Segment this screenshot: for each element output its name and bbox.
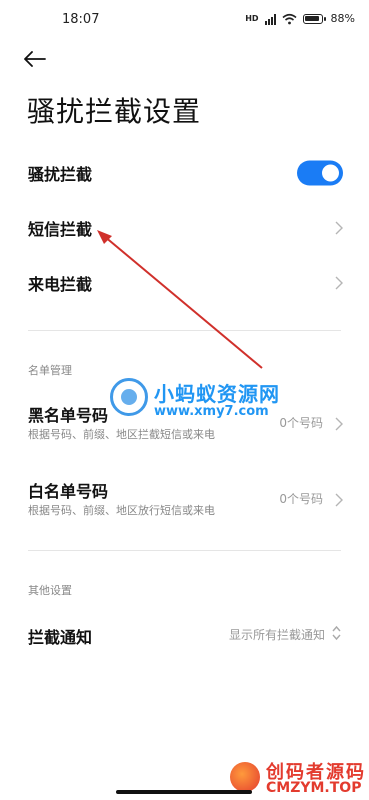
- status-bar: 18:07 HD 88%: [0, 0, 369, 40]
- intercept-notify-title: 拦截通知: [28, 628, 93, 647]
- chevron-right-icon: [335, 221, 343, 235]
- sms-intercept-row[interactable]: 短信拦截: [0, 203, 369, 253]
- list-management-header: 名单管理: [28, 364, 72, 377]
- chevron-right-icon: [335, 493, 343, 507]
- whitelist-subtitle: 根据号码、前缀、地区放行短信或来电: [28, 504, 215, 517]
- watermark-url: www.xmy7.com: [154, 404, 269, 419]
- call-intercept-label: 来电拦截: [28, 275, 93, 294]
- chevron-right-icon: [335, 417, 343, 431]
- watermark-center: 小蚂蚁资源网 www.xmy7.com: [110, 374, 280, 430]
- battery-icon: [302, 13, 326, 24]
- home-indicator[interactable]: [116, 790, 252, 794]
- back-arrow-icon: [24, 51, 46, 67]
- watermark-corner-logo-icon: [230, 762, 260, 792]
- section-divider: [28, 550, 341, 551]
- updown-chevron-icon: [332, 625, 341, 641]
- harass-intercept-label: 骚扰拦截: [28, 165, 93, 184]
- call-intercept-row[interactable]: 来电拦截: [0, 258, 369, 308]
- watermark-corner-url: CMZYM.TOP: [266, 780, 362, 796]
- back-button[interactable]: [20, 46, 50, 72]
- hd-indicator: HD: [245, 14, 259, 23]
- intercept-notify-row[interactable]: 拦截通知 显示所有拦截通知: [0, 614, 369, 654]
- other-settings-header: 其他设置: [28, 584, 72, 597]
- watermark-title: 小蚂蚁资源网: [154, 382, 280, 406]
- harass-intercept-row[interactable]: 骚扰拦截: [0, 148, 369, 198]
- signal-icon: [264, 13, 276, 25]
- wifi-icon: [282, 13, 297, 24]
- status-icons: HD 88%: [245, 12, 355, 25]
- whitelist-title: 白名单号码: [28, 482, 109, 501]
- blacklist-title: 黑名单号码: [28, 406, 109, 425]
- status-time: 18:07: [62, 12, 100, 27]
- chevron-right-icon: [335, 276, 343, 290]
- section-divider: [28, 330, 341, 331]
- page-title: 骚扰拦截设置: [27, 95, 202, 128]
- whitelist-count: 0个号码: [279, 492, 323, 506]
- intercept-notify-value: 显示所有拦截通知: [228, 628, 325, 642]
- sms-intercept-label: 短信拦截: [28, 220, 93, 239]
- blacklist-count: 0个号码: [279, 416, 323, 430]
- harass-intercept-toggle[interactable]: [297, 160, 343, 186]
- watermark-logo-icon: [110, 378, 148, 416]
- toggle-knob: [322, 164, 339, 182]
- whitelist-row[interactable]: 白名单号码 根据号码、前缀、地区放行短信或来电 0个号码: [0, 472, 369, 528]
- battery-percent: 88%: [330, 12, 355, 25]
